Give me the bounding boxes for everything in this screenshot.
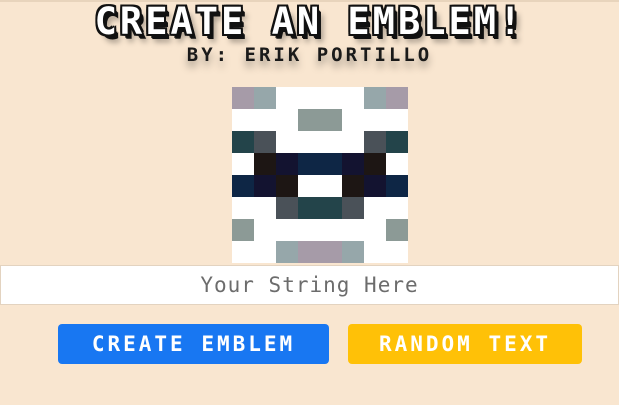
emblem-pixel bbox=[276, 109, 298, 131]
emblem-pixel bbox=[276, 87, 298, 109]
emblem-pixel bbox=[254, 219, 276, 241]
emblem-pixel bbox=[232, 153, 254, 175]
emblem-pixel bbox=[298, 219, 320, 241]
emblem-pixel bbox=[364, 175, 386, 197]
emblem-pixel bbox=[364, 153, 386, 175]
emblem-pixel bbox=[232, 197, 254, 219]
random-text-button[interactable]: RANDOM TEXT bbox=[348, 324, 582, 364]
emblem-pixel bbox=[298, 197, 320, 219]
emblem-pixel bbox=[342, 241, 364, 263]
emblem-pixel bbox=[364, 109, 386, 131]
emblem-pixel bbox=[298, 241, 320, 263]
emblem-pixel bbox=[276, 131, 298, 153]
emblem-pixel bbox=[320, 109, 342, 131]
emblem-pixel bbox=[232, 109, 254, 131]
emblem-pixel bbox=[386, 87, 408, 109]
emblem-pixel bbox=[364, 131, 386, 153]
emblem-pixel bbox=[342, 109, 364, 131]
emblem-generator-page: CREATE AN EMBLEM! BY: ERIK PORTILLO CREA… bbox=[0, 0, 619, 405]
emblem-pixel bbox=[254, 109, 276, 131]
emblem-pixel bbox=[232, 175, 254, 197]
emblem-pixel bbox=[386, 175, 408, 197]
emblem-pixel bbox=[364, 219, 386, 241]
emblem-pixel bbox=[342, 175, 364, 197]
create-emblem-button[interactable]: CREATE EMBLEM bbox=[58, 324, 329, 364]
emblem-pixel bbox=[254, 197, 276, 219]
emblem-pixel bbox=[232, 87, 254, 109]
emblem-pixel bbox=[320, 241, 342, 263]
emblem-pixel bbox=[364, 87, 386, 109]
emblem-pixel bbox=[342, 131, 364, 153]
emblem-pixel bbox=[298, 153, 320, 175]
emblem-pixel bbox=[232, 219, 254, 241]
emblem-pixel bbox=[276, 241, 298, 263]
emblem-pixel bbox=[386, 197, 408, 219]
emblem-pixel bbox=[298, 131, 320, 153]
emblem-pixel bbox=[232, 241, 254, 263]
emblem-pixel bbox=[386, 109, 408, 131]
emblem-pixel bbox=[342, 197, 364, 219]
emblem-pixel bbox=[342, 153, 364, 175]
emblem-pixel bbox=[276, 219, 298, 241]
emblem-pixel bbox=[276, 175, 298, 197]
emblem-pixel bbox=[320, 175, 342, 197]
emblem-pixel bbox=[254, 241, 276, 263]
emblem-pixel bbox=[386, 241, 408, 263]
emblem-pixel bbox=[298, 87, 320, 109]
emblem-pixel bbox=[386, 153, 408, 175]
emblem-pixel bbox=[320, 153, 342, 175]
emblem-pixel bbox=[276, 197, 298, 219]
emblem-pixel bbox=[342, 87, 364, 109]
emblem-pixel bbox=[364, 197, 386, 219]
emblem-pixel bbox=[254, 87, 276, 109]
string-input[interactable] bbox=[0, 265, 619, 305]
emblem-pixel bbox=[232, 131, 254, 153]
emblem-pixel bbox=[386, 131, 408, 153]
emblem-pixel bbox=[320, 197, 342, 219]
page-title: CREATE AN EMBLEM! bbox=[94, 0, 525, 43]
emblem-pixel bbox=[298, 175, 320, 197]
emblem-pixel bbox=[254, 175, 276, 197]
emblem-pixel bbox=[386, 219, 408, 241]
emblem-pixel bbox=[320, 87, 342, 109]
emblem-pixel bbox=[342, 219, 364, 241]
emblem-pixel bbox=[364, 241, 386, 263]
author-byline: BY: ERIK PORTILLO bbox=[186, 44, 433, 66]
emblem-pixel bbox=[298, 109, 320, 131]
emblem-pixel bbox=[276, 153, 298, 175]
emblem-canvas bbox=[232, 87, 408, 263]
emblem-pixel bbox=[254, 131, 276, 153]
emblem-pixel bbox=[320, 219, 342, 241]
emblem-pixel bbox=[320, 131, 342, 153]
emblem-pixel bbox=[254, 153, 276, 175]
